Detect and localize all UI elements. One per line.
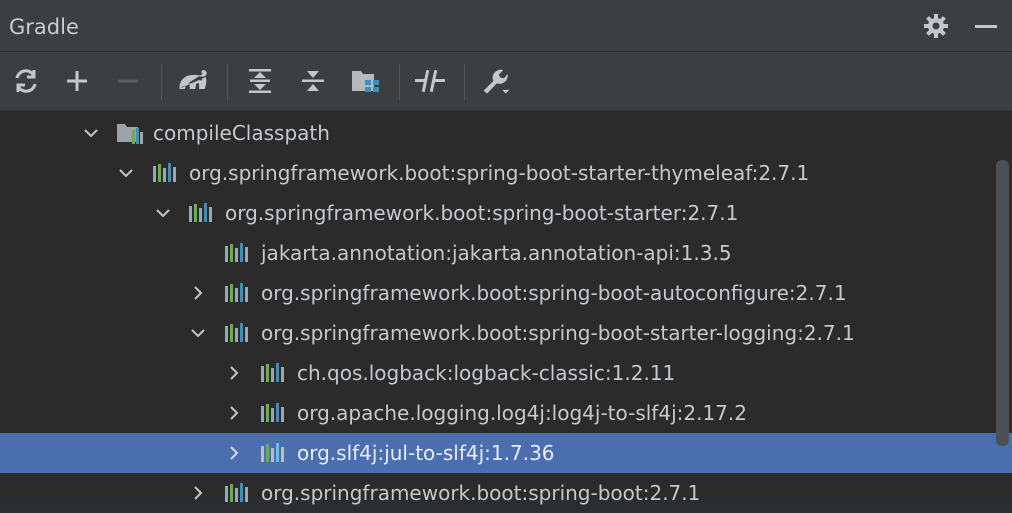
tree-row-dependency[interactable]: org.springframework.boot:spring-boot-sta… xyxy=(0,193,994,233)
configuration-folder-icon xyxy=(116,122,144,144)
chevron-right-icon[interactable] xyxy=(223,442,245,464)
toolbar-separator xyxy=(464,64,465,100)
settings-wrench-icon[interactable] xyxy=(480,65,512,97)
chevron-down-icon[interactable] xyxy=(80,122,102,144)
dependency-tree: compileClasspath org.springframework.boo… xyxy=(0,111,1012,505)
library-icon xyxy=(188,202,216,224)
chevron-right-icon[interactable] xyxy=(187,282,209,304)
tree-row-label: org.springframework.boot:spring-boot:2.7… xyxy=(261,481,701,505)
minimize-icon[interactable] xyxy=(972,12,1000,40)
chevron-right-icon[interactable] xyxy=(223,362,245,384)
tree-row-label: jakarta.annotation:jakarta.annotation-ap… xyxy=(261,241,732,265)
project-structure-icon[interactable] xyxy=(350,65,382,97)
tree-row-label: compileClasspath xyxy=(153,121,330,145)
library-icon xyxy=(260,402,288,424)
tree-row-dependency[interactable]: jakarta.annotation:jakarta.annotation-ap… xyxy=(0,233,994,273)
toolbar-separator xyxy=(161,64,162,100)
chevron-down-icon[interactable] xyxy=(115,162,137,184)
tree-row-label: org.springframework.boot:spring-boot-sta… xyxy=(261,321,855,345)
chevron-down-icon[interactable] xyxy=(187,322,209,344)
add-icon[interactable] xyxy=(61,65,93,97)
tree-row-label: org.springframework.boot:spring-boot-sta… xyxy=(225,201,739,225)
library-icon xyxy=(224,322,252,344)
chevron-right-icon[interactable] xyxy=(223,402,245,424)
toolbar-separator xyxy=(399,64,400,100)
tree-row-dependency[interactable]: org.springframework.boot:spring-boot-sta… xyxy=(0,153,994,193)
library-icon xyxy=(152,162,180,184)
vertical-scrollbar[interactable] xyxy=(996,160,1009,446)
elephant-icon[interactable] xyxy=(177,65,209,97)
tree-row-dependency[interactable]: org.springframework.boot:spring-boot:2.7… xyxy=(0,473,994,513)
tree-row-label: org.slf4j:jul-to-slf4j:1.7.36 xyxy=(297,441,555,465)
tree-row-dependency[interactable]: org.springframework.boot:spring-boot-aut… xyxy=(0,273,994,313)
panel-title: Gradle xyxy=(9,15,79,39)
collapse-all-icon[interactable] xyxy=(297,65,329,97)
toggle-offline-icon[interactable] xyxy=(414,65,446,97)
remove-icon[interactable] xyxy=(112,65,144,97)
chevron-right-icon[interactable] xyxy=(187,482,209,504)
tree-row-compileClasspath[interactable]: compileClasspath xyxy=(0,113,994,153)
tree-row-dependency[interactable]: org.apache.logging.log4j:log4j-to-slf4j:… xyxy=(0,393,994,433)
library-icon xyxy=(224,282,252,304)
tree-row-label: org.apache.logging.log4j:log4j-to-slf4j:… xyxy=(297,401,747,425)
tree-row-label: org.springframework.boot:spring-boot-sta… xyxy=(189,161,810,185)
reload-icon[interactable] xyxy=(10,65,42,97)
panel-header: Gradle xyxy=(0,0,1012,52)
expand-all-icon[interactable] xyxy=(244,65,276,97)
library-icon xyxy=(224,482,252,504)
gear-icon[interactable] xyxy=(922,12,950,40)
library-icon xyxy=(224,242,252,264)
tree-row-label: ch.qos.logback:logback-classic:1.2.11 xyxy=(297,361,676,385)
tree-row-label: org.springframework.boot:spring-boot-aut… xyxy=(261,281,847,305)
library-icon xyxy=(260,442,288,464)
gradle-toolbar xyxy=(0,52,1012,111)
tree-row-dependency-selected[interactable]: org.slf4j:jul-to-slf4j:1.7.36 xyxy=(0,433,1012,473)
chevron-down-icon[interactable] xyxy=(152,202,174,224)
toolbar-separator xyxy=(227,64,228,100)
tree-row-dependency[interactable]: org.springframework.boot:spring-boot-sta… xyxy=(0,313,994,353)
tree-row-dependency[interactable]: ch.qos.logback:logback-classic:1.2.11 xyxy=(0,353,994,393)
library-icon xyxy=(260,362,288,384)
